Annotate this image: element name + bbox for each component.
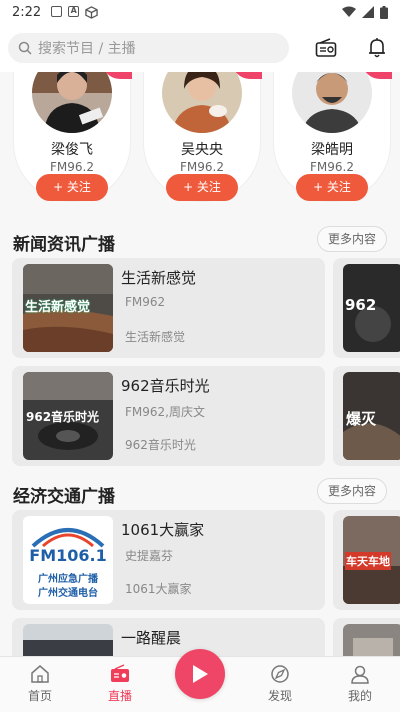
section-header-news: 新闻资讯广播 更多内容 [0,220,400,260]
compass-icon [271,665,289,683]
avatar [292,72,372,133]
tab-home[interactable]: 首页 [10,663,70,704]
program-thumbnail: 962音乐时光 [23,372,113,460]
main-content: 梁俊飞 FM96.2 + 关注 吴央央 FM96.2 + 关注 梁皓明 FM96… [0,72,400,656]
thumbnail-caption: 生活新感觉 [25,300,91,315]
battery-icon [380,5,388,19]
program-card-peek[interactable]: 962 [333,258,400,358]
anchor-list: 梁俊飞 FM96.2 + 关注 吴央央 FM96.2 + 关注 梁皓明 FM96… [0,72,400,207]
tab-mine[interactable]: 我的 [330,663,390,704]
program-description: 生活新感觉 [125,330,186,344]
thumbnail-caption: 广州应急广播 [38,574,98,585]
thumbnail-caption: 车天车地 [345,552,391,570]
anchor-frequency: FM96.2 [180,160,224,174]
avatar [32,72,112,133]
anchor-frequency: FM96.2 [50,160,94,174]
follow-button[interactable]: + 关注 [36,174,108,201]
program-card[interactable]: FM106.1 广州应急广播 广州交通电台 1061大赢家 史提嘉芬 1061大… [12,510,325,610]
anchor-card[interactable]: 吴央央 FM96.2 + 关注 [143,72,262,202]
avatar [162,72,242,133]
tab-label: 我的 [347,689,372,703]
program-thumbnail: FM106.1 广州应急广播 广州交通电台 [23,516,113,604]
section-header-traffic: 经济交通广播 更多内容 [0,472,400,512]
radio-button[interactable] [311,33,341,63]
program-thumbnail: 生活新感觉 [23,264,113,352]
program-card[interactable]: 生活新感觉 生活新感觉 FM962 生活新感觉 [12,258,325,358]
app-a-icon: A [68,5,80,17]
signal-icon [362,6,374,18]
section-title: 经济交通广播 [13,487,115,507]
bell-icon [369,38,386,58]
play-button[interactable] [175,649,225,699]
program-title: 1061大赢家 [121,521,205,539]
program-subtitle: FM962,周庆文 [125,405,205,419]
section-title: 新闻资讯广播 [13,235,115,255]
anchor-card[interactable]: 梁俊飞 FM96.2 + 关注 [13,72,132,202]
search-placeholder: 搜索节目 / 主播 [38,41,136,57]
wifi-icon [342,6,356,17]
program-title: 962音乐时光 [121,377,210,395]
program-subtitle: 史提嘉芬 [125,549,174,563]
notification-icon [51,5,63,17]
thumbnail-caption: 广州交通电台 [38,588,98,599]
bottom-tab-bar: 首页 直播 发现 我的 [0,649,400,712]
thumbnail-caption: 962 [345,296,377,314]
status-time: 2:22 [12,4,42,20]
program-card[interactable]: 962音乐时光 962音乐时光 FM962,周庆文 962音乐时光 [12,366,325,466]
anchor-frequency: FM96.2 [310,160,354,174]
follow-button[interactable]: + 关注 [166,174,238,201]
program-title: 生活新感觉 [121,269,197,287]
radio-icon [315,38,336,57]
tab-discover[interactable]: 发现 [250,663,310,704]
thumbnail-caption: 962音乐时光 [26,410,100,424]
user-icon [351,665,369,684]
search-icon [18,41,32,55]
program-thumbnail: 爆灭 [343,372,400,460]
tab-label: 发现 [267,689,292,703]
anchor-name: 吴央央 [181,142,223,158]
program-card-peek[interactable]: 车天车地 [333,510,400,610]
program-subtitle: FM962 [125,295,166,309]
program-card-peek[interactable]: 爆灭 [333,366,400,466]
program-thumbnail: 962 [343,264,400,352]
status-bar: 2:22 A [0,0,400,24]
more-button[interactable]: 更多内容 [317,478,387,504]
program-card-peek[interactable] [333,618,400,656]
anchor-card[interactable]: 梁皓明 FM96.2 + 关注 [273,72,392,202]
more-button[interactable]: 更多内容 [317,226,387,252]
thumbnail-caption: 爆灭 [346,410,377,428]
thumbnail-caption: FM106.1 [29,546,107,565]
home-icon [31,665,49,683]
program-thumbnail: 车天车地 [343,516,400,604]
follow-button[interactable]: + 关注 [296,174,368,201]
search-input[interactable]: 搜索节目 / 主播 [8,33,289,63]
tab-live[interactable]: 直播 [90,663,150,704]
cube-icon [85,5,98,19]
play-icon [193,665,208,683]
program-description: 1061大赢家 [125,582,192,596]
anchor-name: 梁皓明 [311,142,353,158]
program-thumbnail [343,624,400,656]
program-description: 962音乐时光 [125,438,196,452]
tab-label: 直播 [107,689,132,703]
top-bar: 搜索节目 / 主播 [0,24,400,72]
program-title: 一路醒晨 [121,629,182,647]
tab-label: 首页 [27,689,52,703]
notification-button[interactable] [362,33,392,63]
anchor-name: 梁俊飞 [51,142,93,158]
program-card[interactable]: 一路醒晨 [12,618,325,656]
radio-icon [111,664,129,682]
program-thumbnail [23,624,113,656]
